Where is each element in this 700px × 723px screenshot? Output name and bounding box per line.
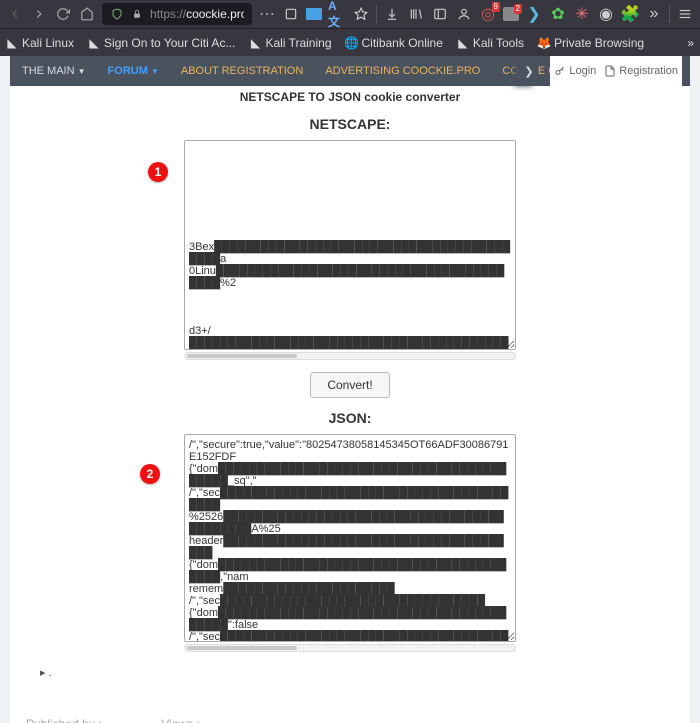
ext2-icon[interactable]: 2 [503,7,519,21]
ext4-icon[interactable]: ✳ [573,5,591,23]
library-icon[interactable] [407,5,425,23]
site-icon: ◣ [6,37,18,49]
nav-adv[interactable]: ADVERTISING COOCKIE.PRO [325,65,480,77]
json-area: 2 [10,434,690,642]
back-button [6,5,24,23]
bookmark-citibank[interactable]: 🌐 Citibank Online [346,36,443,50]
account-icon[interactable] [455,5,473,23]
key-icon [554,65,566,77]
reader-icon[interactable] [282,5,300,23]
firefox-icon: 🦊 [538,37,550,49]
separator2 [669,5,670,23]
nav-main[interactable]: THE MAIN ▼ [22,65,86,77]
site-icon: ◣ [249,37,261,49]
register-link[interactable]: Registration [604,65,678,77]
flag-icon[interactable] [306,8,322,20]
bookmark-kali-linux[interactable]: ◣ Kali Linux [6,36,74,50]
auth-box: Login Registration [550,56,682,86]
site-icon: ◣ [88,37,100,49]
bookmark-bar: ◣Kali Linux ◣Sign On to Your Citi Ac... … [0,28,700,56]
login-label: Login [569,65,596,77]
lock-icon [130,5,144,23]
forward-button[interactable] [30,5,48,23]
overflow-icon[interactable]: » [645,5,663,23]
bookmark-citi[interactable]: ◣ Sign On to Your Citi Ac... [88,36,235,50]
json-label: JSON: [10,410,690,426]
convert-button[interactable]: Convert! [310,372,389,398]
sidebar-icon[interactable] [431,5,449,23]
bookmark-overflow[interactable]: » [687,36,694,50]
nav-label: THE MAIN [22,65,75,77]
bookmark-kali-training[interactable]: ◣ Kali Training [249,36,331,50]
hamburger-icon[interactable] [676,5,694,23]
register-label: Registration [619,65,678,77]
meta-row: Published by : Views : [26,717,690,723]
chevron-right-icon[interactable]: ❯ [525,5,543,23]
bookmark-star-icon[interactable] [352,5,370,23]
nav-scroll-right[interactable]: ❯ [520,56,538,86]
page-title: NETSCAPE TO JSON cookie converter [10,86,690,108]
bookmark-label: Kali Training [265,36,331,50]
disclosure-toggle[interactable]: ▸ . [40,666,690,679]
netscape-label: NETSCAPE: [10,116,690,132]
json-scrollbar[interactable] [184,644,516,652]
reload-button[interactable] [54,5,72,23]
page-actions-icon[interactable]: ⋯ [258,5,276,23]
nav-label: FORUM [108,65,148,77]
ext1-icon[interactable]: ◎9 [479,5,497,23]
translate-icon[interactable]: A文 [328,5,346,23]
published-by: Published by : [26,717,101,723]
json-output[interactable] [184,434,516,642]
forum-nav: THE MAIN ▼ FORUM ▼ ABOUT REGISTRATION AD… [10,56,690,86]
bookmark-label: Sign On to Your Citi Ac... [104,36,235,50]
url-bar[interactable]: https://coockie.pro/pag [102,3,252,25]
doc-icon [604,65,616,77]
globe-icon: 🌐 [346,37,358,49]
bookmark-label: Private Browsing [554,36,644,50]
page-viewport: THE MAIN ▼ FORUM ▼ ABOUT REGISTRATION AD… [0,56,700,723]
badge-1: 1 [148,162,168,182]
bookmark-label: Kali Linux [22,36,74,50]
ext3-icon[interactable]: ✿ [549,5,567,23]
netscape-scrollbar[interactable] [184,352,516,360]
shield-icon [110,5,124,23]
downloads-icon[interactable] [383,5,401,23]
netscape-input[interactable]: <span class="blurred"></span> [184,140,516,350]
bookmark-kali-tools[interactable]: ◣ Kali Tools [457,36,524,50]
browser-toolbar: https://coockie.pro/pag ⋯ A文 ◎9 2 ❯ ✿ ✳ … [0,0,700,28]
site-icon: ◣ [457,37,469,49]
bookmark-private[interactable]: 🦊 Private Browsing [538,36,644,50]
content: THE MAIN ▼ FORUM ▼ ABOUT REGISTRATION AD… [10,56,690,723]
login-link[interactable]: Login [554,65,596,77]
netscape-area: 1 <span class="blurred"></span> [10,140,690,350]
separator [376,5,377,23]
views: Views : [161,717,199,723]
nav-forum[interactable]: FORUM ▼ [108,65,159,77]
bookmark-label: Kali Tools [473,36,524,50]
bookmark-label: Citibank Online [362,36,443,50]
ext5-icon[interactable]: ◉ [597,5,615,23]
scrollbar-thumb[interactable] [187,646,297,650]
scrollbar-thumb[interactable] [187,354,297,358]
badge-2: 2 [140,464,160,484]
home-button[interactable] [78,5,96,23]
url-text: https://coockie.pro/pag [150,7,244,21]
ext6-icon[interactable]: 🧩 [621,5,639,23]
nav-about[interactable]: ABOUT REGISTRATION [181,65,303,77]
